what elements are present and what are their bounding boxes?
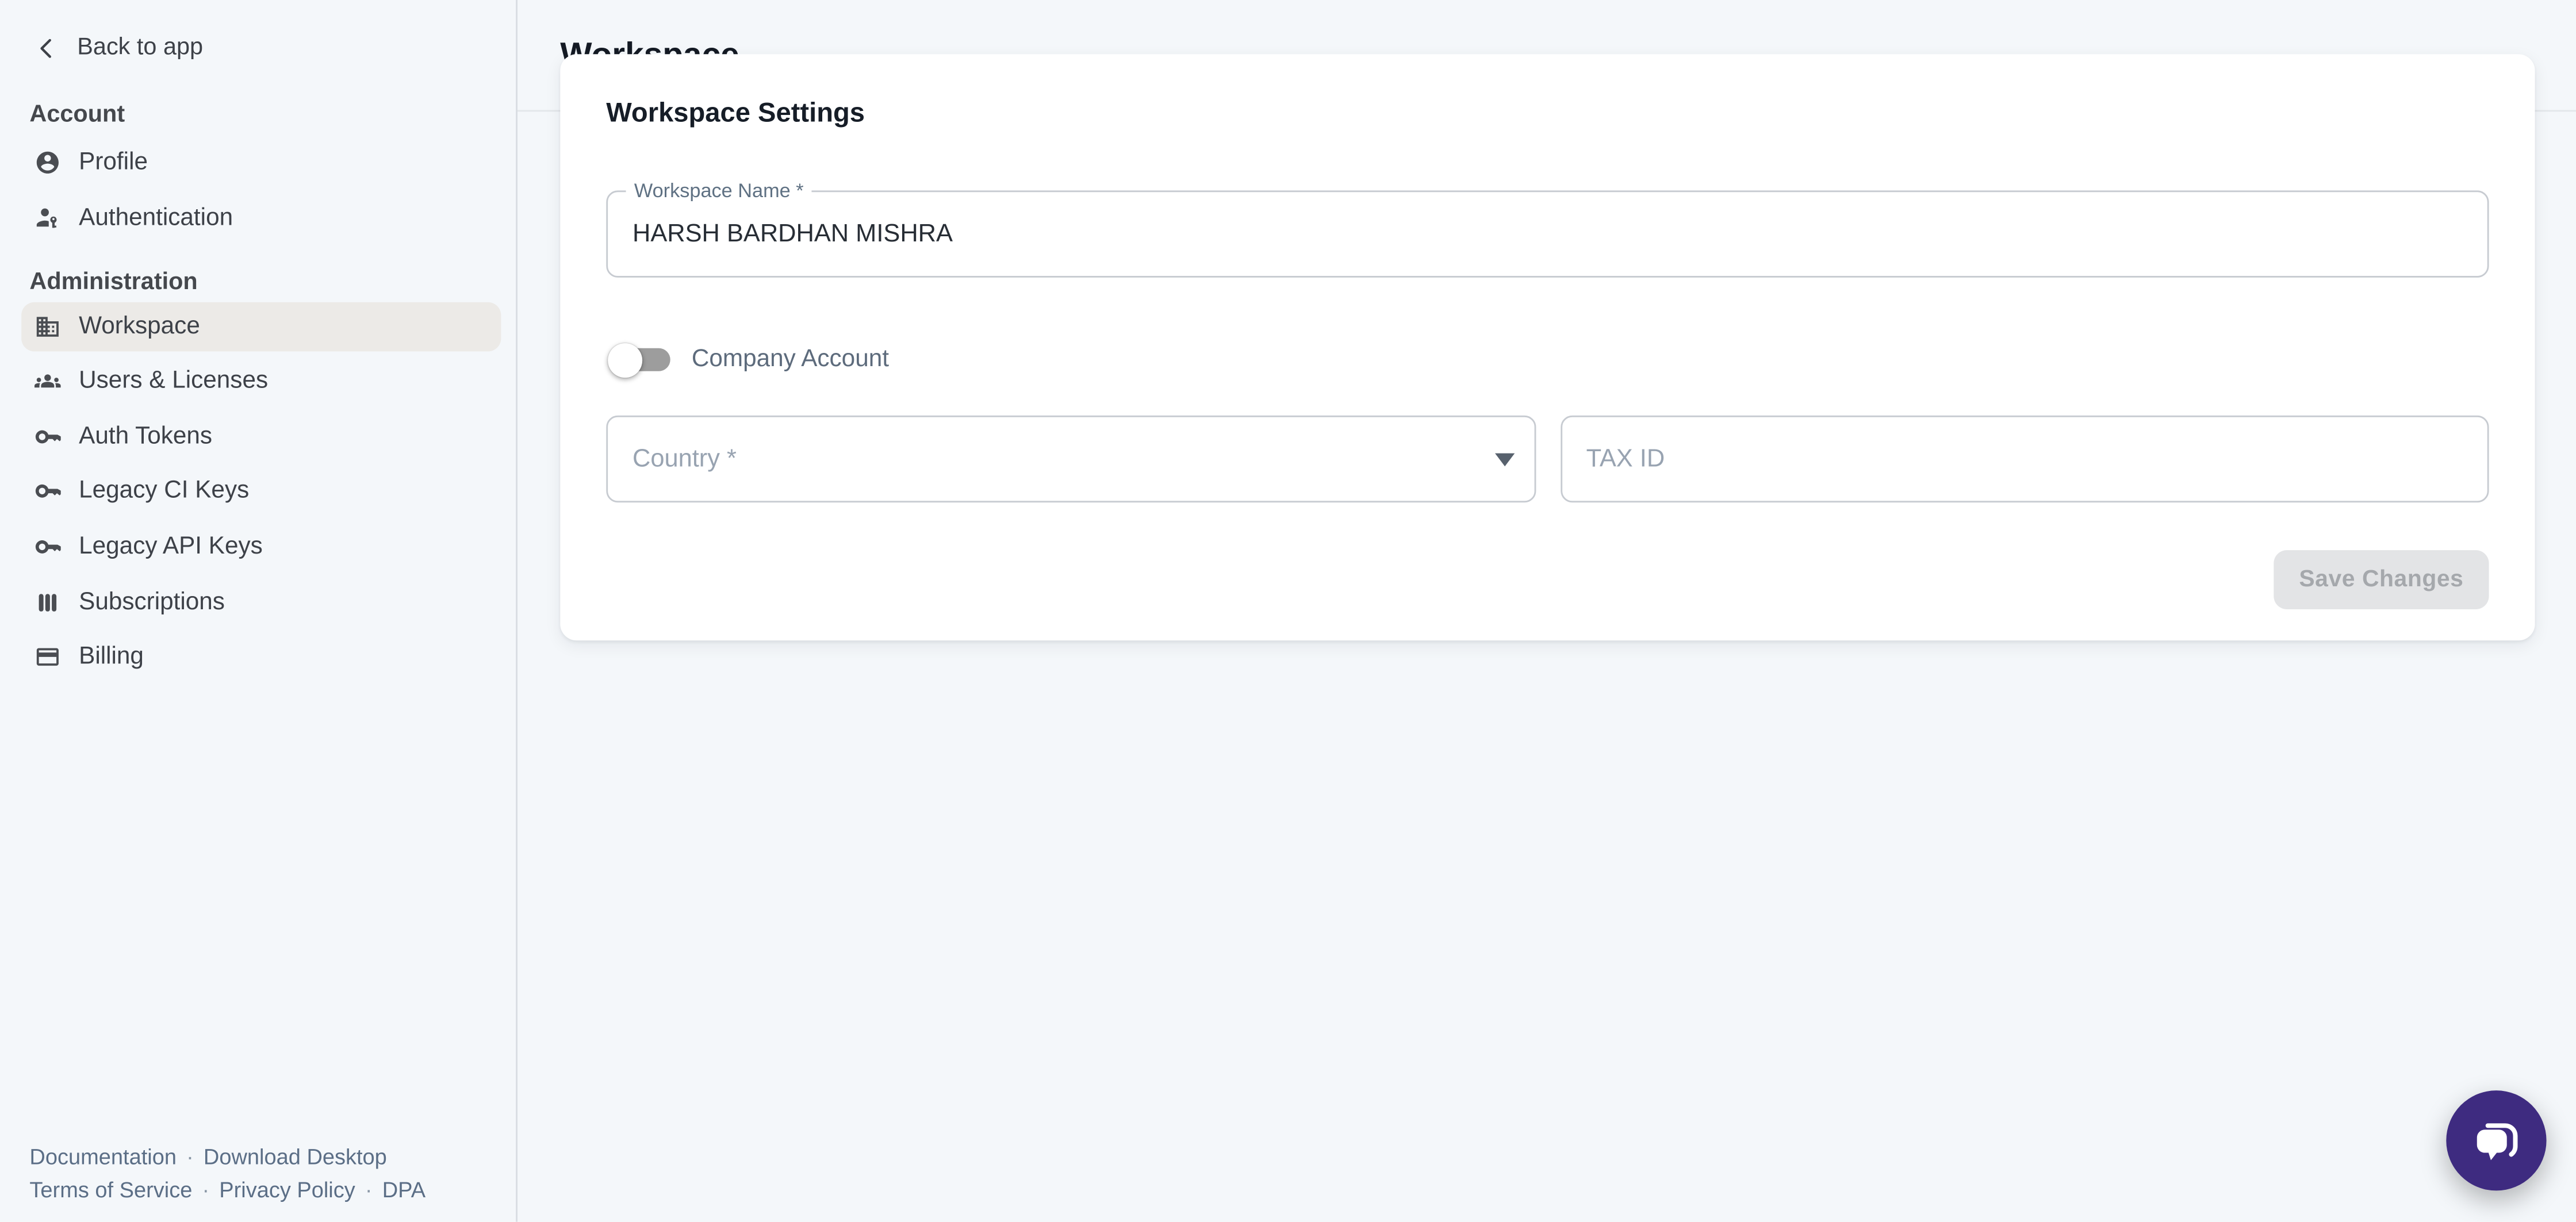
sidebar-item-label: Legacy CI Keys: [79, 479, 249, 505]
sidebar-item-users-licenses[interactable]: Users & Licenses: [21, 357, 501, 406]
chat-bubbles-icon: [2471, 1115, 2522, 1166]
sidebar-item-label: Billing: [79, 644, 144, 670]
footer-separator: ·: [365, 1177, 373, 1201]
dropdown-arrow-icon: [1494, 452, 1514, 466]
sidebar-item-legacy-api-keys[interactable]: Legacy API Keys: [21, 522, 501, 571]
profile-icon: [34, 149, 61, 176]
main-content: Workspace Workspace Settings Workspace N…: [518, 0, 2576, 1222]
section-header-administration: Administration: [29, 268, 516, 295]
authentication-icon: [34, 205, 61, 231]
company-account-label: Company Account: [692, 347, 889, 373]
sidebar-item-legacy-ci-keys[interactable]: Legacy CI Keys: [21, 467, 501, 517]
company-account-toggle[interactable]: [606, 337, 672, 383]
workspace-settings-card: Workspace Settings Workspace Name * HARS…: [560, 54, 2535, 640]
tax-id-placeholder: TAX ID: [1562, 445, 1665, 473]
footer-separator: ·: [186, 1144, 194, 1169]
app-window: Back to app Account Profile Authenticati: [0, 0, 2576, 1222]
sidebar-item-workspace[interactable]: Workspace: [21, 302, 501, 351]
back-to-app-label: Back to app: [77, 34, 203, 61]
sidebar-item-label: Users & Licenses: [79, 368, 268, 395]
save-changes-button[interactable]: Save Changes: [2274, 550, 2489, 609]
link-dpa[interactable]: DPA: [382, 1177, 425, 1201]
tax-id-input[interactable]: TAX ID: [1560, 416, 2489, 502]
sidebar-item-label: Profile: [79, 149, 148, 176]
country-tax-row: Country * TAX ID: [606, 416, 2489, 502]
sidebar-item-authentication[interactable]: Authentication: [21, 193, 501, 243]
settings-sidebar: Back to app Account Profile Authenticati: [0, 0, 518, 1222]
chevron-left-icon: [34, 35, 59, 60]
toggle-thumb: [608, 343, 642, 377]
key-icon: [34, 479, 61, 505]
subscriptions-icon: [34, 589, 61, 615]
sidebar-item-label: Authentication: [79, 205, 233, 231]
section-header-account: Account: [29, 102, 516, 128]
workspace-name-label: Workspace Name *: [626, 179, 812, 202]
key-icon: [34, 424, 61, 450]
sidebar-item-label: Subscriptions: [79, 589, 225, 615]
sidebar-item-label: Workspace: [79, 313, 200, 340]
card-title: Workspace Settings: [606, 98, 865, 129]
billing-icon: [34, 644, 61, 670]
users-icon: [34, 368, 61, 395]
link-documentation[interactable]: Documentation: [29, 1144, 177, 1169]
sidebar-item-label: Legacy API Keys: [79, 533, 263, 560]
sidebar-item-subscriptions[interactable]: Subscriptions: [21, 577, 501, 627]
link-terms-of-service[interactable]: Terms of Service: [29, 1177, 192, 1201]
footer-separator: ·: [202, 1177, 209, 1201]
sidebar-item-billing[interactable]: Billing: [21, 632, 501, 682]
sidebar-footer: Documentation · Download Desktop Terms of …: [29, 1142, 425, 1205]
sidebar-item-label: Auth Tokens: [79, 424, 212, 450]
workspace-building-icon: [34, 313, 61, 340]
key-icon: [34, 533, 61, 560]
link-download-desktop[interactable]: Download Desktop: [204, 1144, 387, 1169]
workspace-name-input[interactable]: Workspace Name * HARSH BARDHAN MISHRA: [606, 190, 2489, 277]
workspace-name-value: HARSH BARDHAN MISHRA: [608, 220, 953, 248]
back-to-app-button[interactable]: Back to app: [0, 23, 516, 72]
sidebar-item-auth-tokens[interactable]: Auth Tokens: [21, 412, 501, 462]
company-account-row: Company Account: [606, 332, 889, 387]
country-select[interactable]: Country *: [606, 416, 1535, 502]
chat-widget-button[interactable]: [2446, 1090, 2546, 1190]
sidebar-item-profile[interactable]: Profile: [21, 138, 501, 187]
link-privacy-policy[interactable]: Privacy Policy: [219, 1177, 355, 1201]
country-label: Country *: [608, 445, 737, 473]
